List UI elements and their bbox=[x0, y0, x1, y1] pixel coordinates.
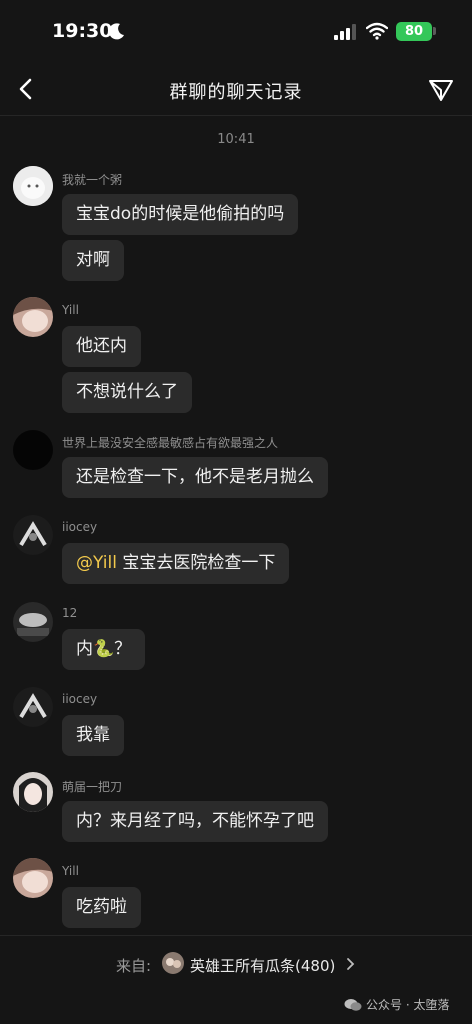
avatar-image bbox=[13, 687, 53, 727]
message-bubble[interactable]: 内？来月经了吗，不能怀孕了吧 bbox=[62, 801, 328, 842]
message-bubble[interactable]: @Yill 宝宝去医院检查一下 bbox=[62, 543, 290, 584]
sender-name: 12 bbox=[62, 606, 78, 620]
nav-bar: 群聊的聊天记录 bbox=[0, 62, 472, 116]
sender-name: iiocey bbox=[62, 692, 98, 706]
status-bar: 19:30 80 bbox=[0, 0, 472, 62]
message-bubble[interactable]: 宝宝do的时候是他偷拍的吗 bbox=[62, 194, 299, 235]
avatar[interactable] bbox=[13, 602, 53, 642]
avatar[interactable] bbox=[13, 772, 53, 812]
signal-icon bbox=[334, 24, 356, 40]
avatar[interactable] bbox=[13, 297, 53, 337]
moon-icon bbox=[108, 23, 124, 40]
message-bubble[interactable]: 对啊 bbox=[62, 240, 124, 281]
avatar-image bbox=[13, 166, 53, 206]
sender-name: Yill bbox=[62, 303, 79, 317]
avatar-image bbox=[13, 515, 53, 555]
watermark-text: 公众号 · 太堕落 bbox=[366, 998, 450, 1012]
sender-name: 萌届一把刀 bbox=[62, 780, 123, 794]
footer-from-label: 来自: bbox=[116, 957, 152, 975]
sender-name: iiocey bbox=[62, 520, 98, 534]
avatar[interactable] bbox=[13, 687, 53, 727]
message-bubble[interactable]: 我靠 bbox=[62, 715, 124, 756]
message-bubble[interactable]: 他还内 bbox=[62, 326, 141, 367]
battery-tip bbox=[433, 27, 436, 35]
sender-name: 我就一个粥 bbox=[62, 173, 123, 187]
message-bubble[interactable]: 还是检查一下，他不是老月抛么 bbox=[62, 457, 328, 498]
message-text: 宝宝去医院检查一下 bbox=[122, 553, 276, 573]
message-bubble[interactable]: 不想说什么了 bbox=[62, 372, 192, 413]
status-time: 19:30 bbox=[52, 20, 113, 42]
battery-level: 80 bbox=[404, 24, 424, 39]
wechat-icon bbox=[344, 998, 362, 1011]
group-link[interactable]: 英雄王所有瓜条(480) bbox=[190, 955, 335, 976]
message-bubble[interactable]: 吃药啦 bbox=[62, 887, 141, 928]
watermark: 公众号 · 太堕落 bbox=[344, 996, 449, 1013]
avatar-image bbox=[13, 297, 53, 337]
timestamp: 10:41 bbox=[217, 132, 255, 147]
avatar[interactable] bbox=[13, 166, 53, 206]
group-avatar-image bbox=[162, 952, 184, 974]
share-icon[interactable] bbox=[428, 78, 454, 102]
chevron-right-icon[interactable] bbox=[345, 957, 355, 971]
avatar-image bbox=[13, 602, 53, 642]
sender-name: 世界上最没安全感最敏感占有欲最强之人 bbox=[62, 436, 279, 450]
footer-divider bbox=[0, 935, 472, 936]
avatar[interactable] bbox=[13, 430, 53, 470]
message-bubble[interactable]: 内🐍？ bbox=[62, 629, 146, 670]
avatar-image bbox=[13, 772, 53, 812]
sender-name: Yill bbox=[62, 864, 79, 878]
mention-tag[interactable]: @Yill bbox=[76, 553, 117, 573]
avatar[interactable] bbox=[13, 858, 53, 898]
avatar[interactable] bbox=[13, 515, 53, 555]
battery-icon: 80 bbox=[396, 22, 432, 41]
page-title: 群聊的聊天记录 bbox=[169, 82, 303, 103]
group-avatar[interactable] bbox=[162, 952, 184, 974]
avatar-image bbox=[13, 858, 53, 898]
wifi-icon bbox=[366, 22, 388, 40]
